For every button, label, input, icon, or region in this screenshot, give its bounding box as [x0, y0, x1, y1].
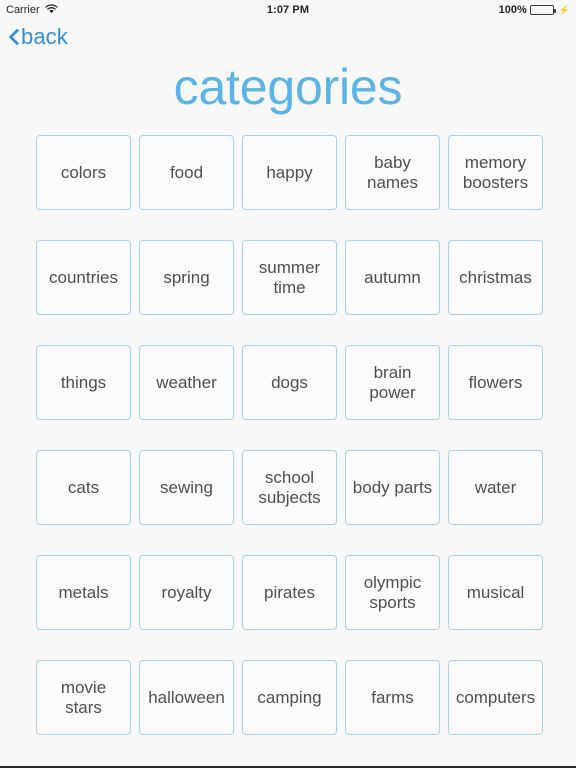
category-tile-label: memory boosters — [462, 152, 529, 192]
category-tile[interactable]: countries — [36, 240, 131, 315]
category-tile[interactable]: musical — [448, 555, 543, 630]
category-tile-label: cats — [67, 477, 100, 497]
category-tile[interactable]: colors — [36, 135, 131, 210]
category-tile-label: computers — [455, 687, 536, 707]
category-tile-label: summer time — [258, 257, 321, 297]
category-tile-label: brain power — [369, 362, 416, 402]
category-tile[interactable]: memory boosters — [448, 135, 543, 210]
category-tile-label: autumn — [364, 267, 421, 287]
category-tile-label: body parts — [352, 477, 433, 497]
category-tile[interactable]: movie stars — [36, 660, 131, 735]
category-tile[interactable]: computers — [448, 660, 543, 735]
category-tile-label: spring — [163, 267, 210, 287]
category-tile-label: musical — [466, 582, 525, 602]
category-tile-label: farms — [371, 687, 414, 707]
category-tile-label: pirates — [263, 582, 316, 602]
category-tile-label: sewing — [160, 477, 213, 497]
category-tile[interactable]: food — [139, 135, 234, 210]
category-tile-label: colors — [60, 162, 107, 182]
category-tile[interactable]: metals — [36, 555, 131, 630]
category-tile-label: olympic sports — [363, 572, 422, 612]
category-tile[interactable]: spring — [139, 240, 234, 315]
category-tile-label: happy — [266, 162, 313, 182]
category-tile-label: movie stars — [60, 677, 107, 717]
category-tile[interactable]: happy — [242, 135, 337, 210]
category-tile-label: royalty — [161, 582, 212, 602]
category-tile[interactable]: farms — [345, 660, 440, 735]
status-bar-right: 100% ⚡ — [499, 4, 570, 16]
category-tile-label: weather — [156, 372, 217, 392]
category-tile-label: baby names — [366, 152, 419, 192]
lightning-bolt-icon: ⚡ — [558, 4, 570, 15]
status-bar: Carrier 1:07 PM 100% ⚡ — [0, 0, 576, 20]
category-tile-label: things — [60, 372, 107, 392]
category-tile-label: camping — [257, 687, 322, 707]
category-tile-label: food — [169, 162, 204, 182]
battery-icon — [529, 5, 556, 15]
category-tile[interactable]: sewing — [139, 450, 234, 525]
page-title: categories — [173, 59, 403, 115]
category-tile[interactable]: body parts — [345, 450, 440, 525]
category-tile-label: water — [474, 477, 517, 497]
category-tile[interactable]: school subjects — [242, 450, 337, 525]
category-tile[interactable]: summer time — [242, 240, 337, 315]
category-tile[interactable]: weather — [139, 345, 234, 420]
category-grid: colors food happy baby names memory boosters… — [0, 135, 576, 735]
chevron-left-icon — [8, 27, 20, 47]
category-tile[interactable]: flowers — [448, 345, 543, 420]
category-tile-label: flowers — [468, 372, 523, 392]
category-tile[interactable]: halloween — [139, 660, 234, 735]
category-tile[interactable]: brain power — [345, 345, 440, 420]
category-tile-label: school subjects — [258, 467, 321, 507]
category-tile[interactable]: baby names — [345, 135, 440, 210]
category-tile[interactable]: autumn — [345, 240, 440, 315]
category-tile[interactable]: camping — [242, 660, 337, 735]
category-tile[interactable]: dogs — [242, 345, 337, 420]
status-bar-clock: 1:07 PM — [266, 4, 310, 16]
back-button-label: back — [21, 24, 68, 49]
category-tile-label: christmas — [459, 267, 532, 287]
category-tile-label: dogs — [271, 372, 308, 392]
category-tile[interactable]: christmas — [448, 240, 543, 315]
category-tile[interactable]: things — [36, 345, 131, 420]
category-tile-label: halloween — [148, 687, 225, 707]
category-tile[interactable]: olympic sports — [345, 555, 440, 630]
category-tile[interactable]: cats — [36, 450, 131, 525]
category-tile-label: countries — [49, 267, 118, 287]
back-button[interactable]: back — [8, 25, 68, 49]
category-tile[interactable]: pirates — [242, 555, 337, 630]
category-tile-label: metals — [58, 582, 109, 602]
category-tile[interactable]: water — [448, 450, 543, 525]
battery-percent-label: 100% — [498, 4, 527, 16]
navigation-bar: back — [0, 20, 576, 54]
category-tile[interactable]: royalty — [139, 555, 234, 630]
